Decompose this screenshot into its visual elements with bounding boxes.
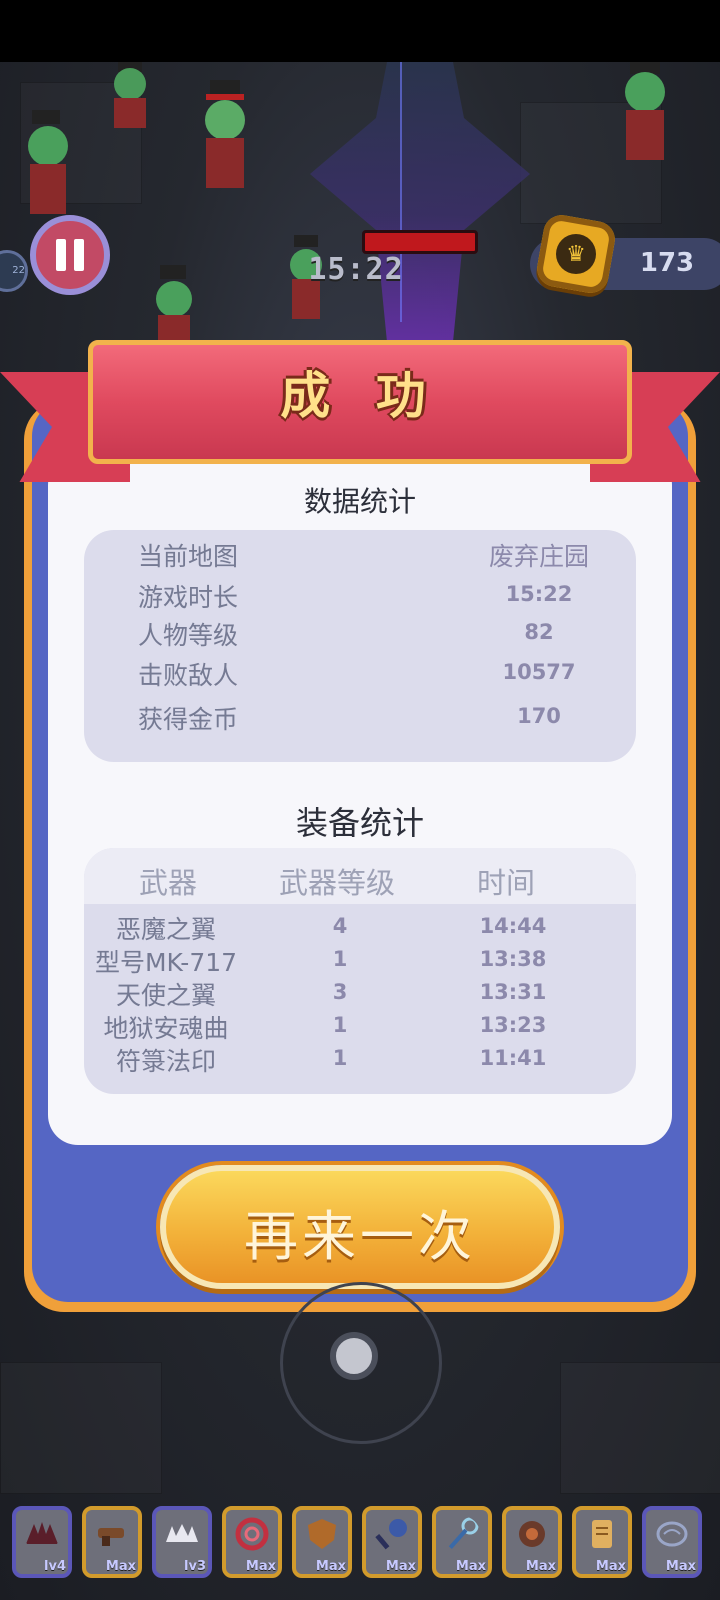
data-row-level: 人物等级 82 <box>84 616 636 652</box>
data-value: 废弃庄园 <box>488 542 589 571</box>
equip-header-weapon: 武器 <box>138 866 197 900</box>
data-row-map: 当前地图 废弃庄园 <box>84 537 636 573</box>
scroll-icon <box>592 1520 612 1548</box>
equip-level: 1 <box>332 1013 348 1037</box>
equip-time: 11:41 <box>479 1046 547 1070</box>
data-value: 10577 <box>502 660 576 684</box>
brain-icon <box>656 1521 688 1547</box>
zombie-icon <box>625 62 665 160</box>
equip-time: 13:38 <box>479 947 547 971</box>
equip-level: 3 <box>332 980 348 1004</box>
equip-time: 13:23 <box>479 1013 547 1037</box>
skill-level-tag: Max <box>385 1559 416 1574</box>
data-label: 获得金币 <box>138 705 239 734</box>
pause-icon <box>74 239 84 271</box>
data-value: 82 <box>524 620 554 644</box>
level-chip-value: 22 <box>12 265 25 276</box>
data-value: 15:22 <box>505 582 573 606</box>
skill-slot-scroll[interactable]: Max <box>572 1506 632 1578</box>
skill-level-tag: Max <box>595 1559 626 1574</box>
ring-icon <box>235 1517 269 1551</box>
equip-header-level: 武器等级 <box>278 866 395 900</box>
mace-icon <box>375 1519 407 1550</box>
gun-icon <box>98 1528 124 1546</box>
skill-slot-ring[interactable]: Max <box>222 1506 282 1578</box>
equip-weapon: 地狱安魂曲 <box>103 1014 229 1043</box>
shield-icon <box>308 1519 336 1549</box>
equip-section-title: 装备统计 <box>295 804 424 842</box>
skill-level-tag: Max <box>525 1559 556 1574</box>
boss-health-bar <box>362 230 478 254</box>
retry-button-label[interactable]: 再来一次 <box>160 1192 560 1271</box>
equip-time: 14:44 <box>479 914 547 938</box>
equip-level: 1 <box>332 1046 348 1070</box>
skill-level-tag: lv4 <box>44 1559 66 1574</box>
skill-slot-mace[interactable]: Max <box>362 1506 422 1578</box>
orb-icon <box>519 1521 545 1547</box>
skill-level-tag: Max <box>245 1559 276 1574</box>
equip-weapon: 型号MK-717 <box>94 948 238 977</box>
skill-slot-gun[interactable]: Max <box>82 1506 142 1578</box>
data-section-title: 数据统计 <box>303 485 416 518</box>
equip-level: 4 <box>332 914 348 938</box>
skill-slot-angel-wing[interactable]: lv3 <box>152 1506 212 1578</box>
skill-level-tag: Max <box>315 1559 346 1574</box>
data-row-gold: 获得金币 170 <box>84 700 636 736</box>
equip-weapon: 符箓法印 <box>115 1047 216 1076</box>
crown-coin-icon: ♛ <box>534 212 618 296</box>
coin-count: 173 <box>639 248 695 278</box>
joystick-knob[interactable] <box>330 1332 378 1380</box>
skill-slot-shield[interactable]: Max <box>292 1506 352 1578</box>
angel-wing-icon <box>166 1524 198 1542</box>
result-title: 成 功 <box>280 367 440 425</box>
equip-weapon: 天使之翼 <box>115 981 216 1010</box>
equip-time: 13:31 <box>479 980 547 1004</box>
skill-slot-orb[interactable]: Max <box>502 1506 562 1578</box>
staff-icon <box>448 1517 479 1550</box>
data-value: 170 <box>517 704 561 728</box>
zombie-icon <box>156 265 192 340</box>
demon-wing-icon <box>26 1522 58 1544</box>
skill-level-tag: Max <box>455 1559 486 1574</box>
equip-header-time: 时间 <box>476 866 535 900</box>
skill-level-tag: Max <box>105 1559 136 1574</box>
skill-slot-demon-wing[interactable]: lv4 <box>12 1506 72 1578</box>
skill-slot-brain[interactable]: Max <box>642 1506 702 1578</box>
data-label: 击败敌人 <box>138 661 239 690</box>
pause-button[interactable] <box>30 215 110 295</box>
skill-level-tag: lv3 <box>184 1559 206 1574</box>
status-bar <box>0 0 720 62</box>
data-label: 人物等级 <box>138 621 239 650</box>
pause-icon <box>56 239 66 271</box>
skill-level-tag: Max <box>665 1559 696 1574</box>
skill-slot-staff[interactable]: Max <box>432 1506 492 1578</box>
zombie-icon <box>28 110 68 214</box>
data-row-duration: 游戏时长 15:22 <box>84 578 636 614</box>
data-row-kills: 击败敌人 10577 <box>84 656 636 692</box>
data-label: 游戏时长 <box>138 583 239 612</box>
game-timer: 15:22 <box>308 252 404 287</box>
equip-weapon: 恶魔之翼 <box>115 915 216 944</box>
data-label: 当前地图 <box>138 542 239 571</box>
zombie-icon <box>114 62 146 128</box>
zombie-icon <box>205 80 245 188</box>
equip-level: 1 <box>332 947 348 971</box>
